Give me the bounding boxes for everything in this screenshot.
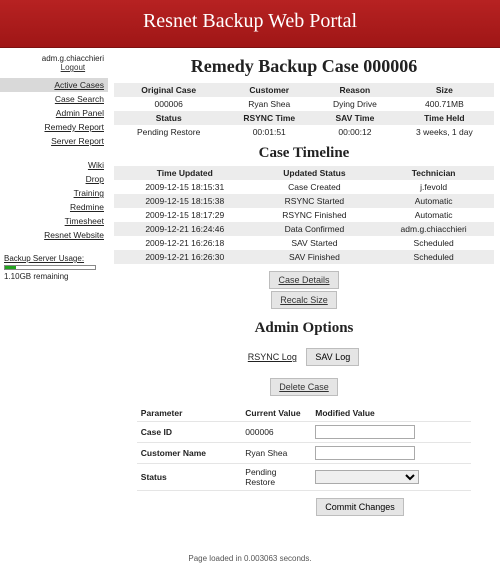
val-sav-time: 00:00:12 [315, 125, 395, 139]
col-rsync-time: RSYNC Time [223, 111, 315, 125]
nav-training[interactable]: Training [0, 186, 108, 200]
action-button-row: Case Details Recalc Size [114, 270, 494, 310]
param-status: Status [137, 464, 241, 491]
storage-bar [4, 265, 96, 270]
edit-form-table: Parameter Current Value Modified Value C… [137, 405, 471, 520]
nav-group-links: Wiki Drop Training Redmine Timesheet Res… [0, 158, 108, 242]
col-sav-time: SAV Time [315, 111, 395, 125]
nav-case-search[interactable]: Case Search [0, 92, 108, 106]
val-rsync-time: 00:01:51 [223, 125, 315, 139]
nav-wiki[interactable]: Wiki [0, 158, 108, 172]
current-status: Pending Restore [241, 464, 311, 491]
val-original-case: 000006 [114, 97, 223, 111]
case-summary-table: Original Case Customer Reason Size 00000… [114, 83, 494, 139]
footer-text: Page loaded in 0.003063 seconds. [0, 554, 500, 563]
table-row: 2009-12-15 18:17:29RSYNC FinishedAutomat… [114, 208, 494, 222]
storage-title: Backup Server Usage: [4, 254, 104, 263]
col-parameter: Parameter [137, 405, 241, 422]
val-reason: Dying Drive [315, 97, 395, 111]
nav-admin-panel[interactable]: Admin Panel [0, 106, 108, 120]
nav-redmine[interactable]: Redmine [0, 200, 108, 214]
storage-widget: Backup Server Usage: 1.10GB remaining [0, 252, 108, 283]
nav-group-primary: Active Cases Case Search Admin Panel Rem… [0, 78, 108, 148]
val-status: Pending Restore [114, 125, 223, 139]
nav-resnet-website[interactable]: Resnet Website [0, 228, 108, 242]
nav-timesheet[interactable]: Timesheet [0, 214, 108, 228]
user-name: adm.g.chiacchieri [42, 54, 104, 63]
recalc-size-button[interactable]: Recalc Size [271, 291, 337, 309]
table-row: 2009-12-21 16:26:30SAV FinishedScheduled [114, 250, 494, 264]
case-details-button[interactable]: Case Details [269, 271, 338, 289]
sav-log-button[interactable]: SAV Log [306, 348, 359, 366]
current-customer-name: Ryan Shea [241, 443, 311, 464]
status-select[interactable] [315, 470, 419, 484]
main-content: Remedy Backup Case 000006 Original Case … [108, 48, 500, 532]
col-updated-status: Updated Status [256, 166, 374, 180]
val-time-held: 3 weeks, 1 day [395, 125, 494, 139]
table-row: 2009-12-15 18:15:38RSYNC StartedAutomati… [114, 194, 494, 208]
case-id-input[interactable] [315, 425, 415, 439]
col-technician: Technician [373, 166, 494, 180]
col-time-held: Time Held [395, 111, 494, 125]
app-title: Resnet Backup Web Portal [143, 10, 357, 32]
storage-fill [5, 266, 16, 269]
page-title: Remedy Backup Case 000006 [114, 56, 494, 77]
col-reason: Reason [315, 83, 395, 97]
customer-name-input[interactable] [315, 446, 415, 460]
storage-remaining: 1.10GB remaining [4, 272, 104, 281]
col-size: Size [395, 83, 494, 97]
table-row: 2009-12-21 16:24:46Data Confirmedadm.g.c… [114, 222, 494, 236]
col-customer: Customer [223, 83, 315, 97]
col-time-updated: Time Updated [114, 166, 256, 180]
col-original-case: Original Case [114, 83, 223, 97]
nav-active-cases[interactable]: Active Cases [0, 78, 108, 92]
param-customer-name: Customer Name [137, 443, 241, 464]
logout-link[interactable]: Logout [61, 63, 85, 72]
col-modified-value: Modified Value [311, 405, 471, 422]
col-current-value: Current Value [241, 405, 311, 422]
sidebar: adm.g.chiacchieri Logout Active Cases Ca… [0, 48, 108, 532]
admin-options-title: Admin Options [114, 320, 494, 337]
rsync-log-link[interactable]: RSYNC Log [248, 352, 297, 362]
log-row: RSYNC Log SAV Log [114, 347, 494, 367]
nav-server-report[interactable]: Server Report [0, 134, 108, 148]
nav-remedy-report[interactable]: Remedy Report [0, 120, 108, 134]
timeline-table: Time Updated Updated Status Technician 2… [114, 166, 494, 264]
commit-changes-button[interactable]: Commit Changes [316, 498, 404, 516]
current-case-id: 000006 [241, 422, 311, 443]
nav-drop[interactable]: Drop [0, 172, 108, 186]
timeline-title: Case Timeline [114, 145, 494, 162]
val-customer: Ryan Shea [223, 97, 315, 111]
table-row: 2009-12-21 16:26:18SAV StartedScheduled [114, 236, 494, 250]
delete-case-button[interactable]: Delete Case [270, 378, 338, 396]
param-case-id: Case ID [137, 422, 241, 443]
table-row: 2009-12-15 18:15:31Case Createdj.fevold [114, 180, 494, 194]
val-size: 400.71MB [395, 97, 494, 111]
app-banner: Resnet Backup Web Portal [0, 0, 500, 48]
col-status: Status [114, 111, 223, 125]
user-block: adm.g.chiacchieri Logout [42, 54, 104, 72]
